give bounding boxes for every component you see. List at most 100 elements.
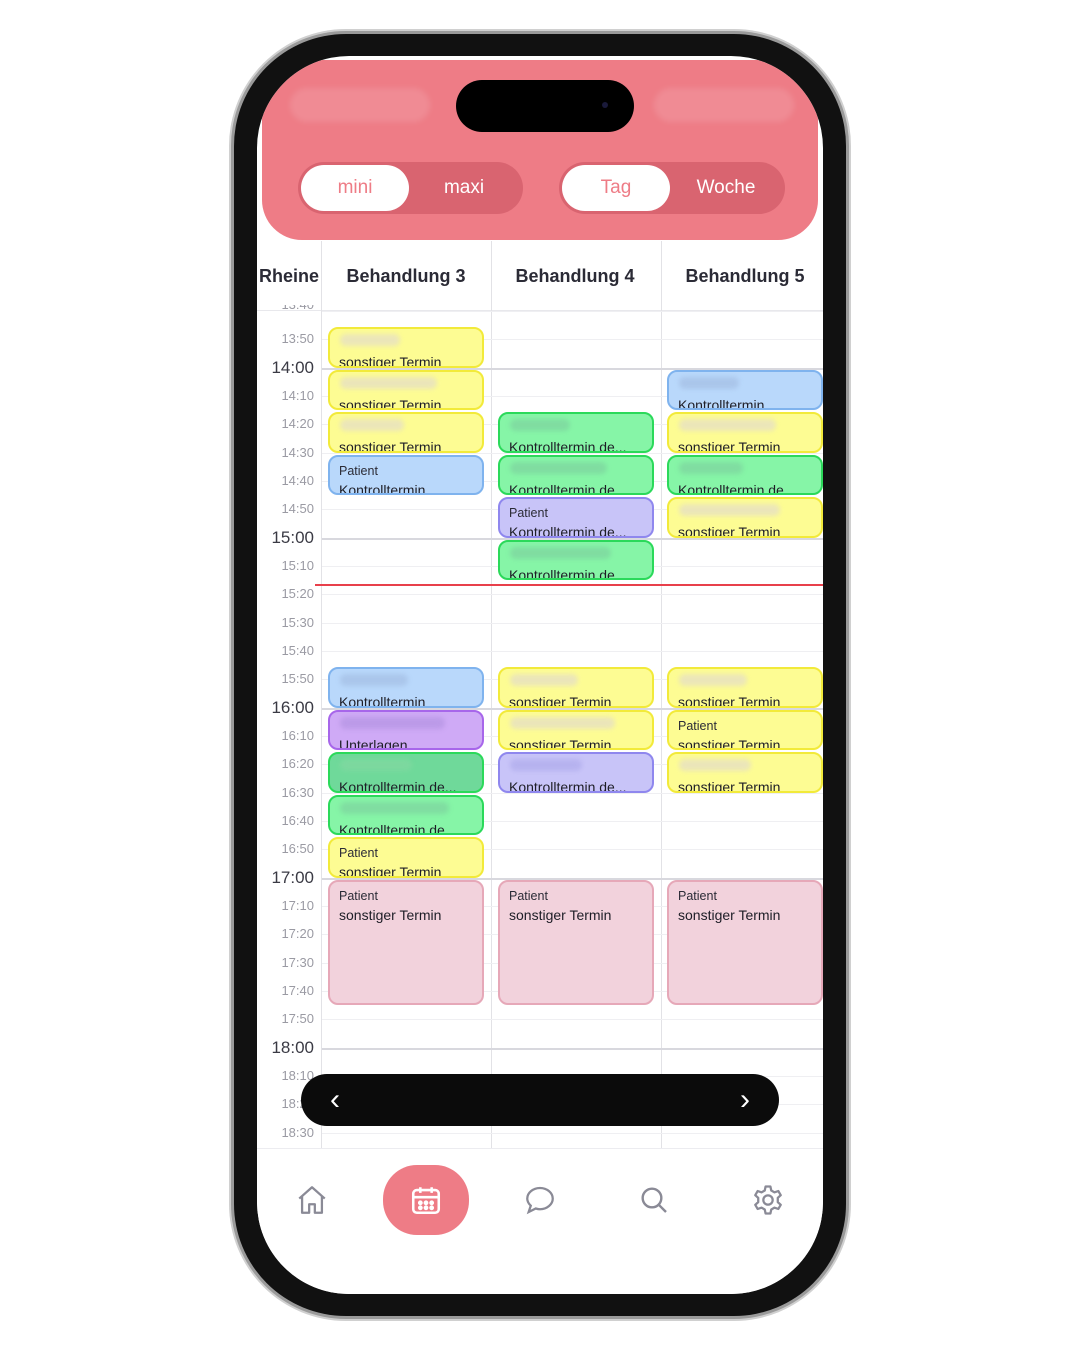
appointment-card[interactable]: Kontrolltermin [328, 667, 484, 708]
appointment-type: sonstiger Termin [509, 906, 612, 923]
dynamic-island [456, 80, 634, 132]
appointment-card[interactable]: sonstiger Termin [498, 709, 654, 750]
column-header-rheine: Rheine [258, 266, 319, 286]
appointment-card[interactable]: sonstiger Termin [328, 412, 484, 453]
time-gridline [322, 1047, 823, 1050]
appointment-card[interactable]: sonstiger Termin [667, 667, 823, 708]
appointment-type: sonstiger Termin [339, 354, 442, 368]
day-navigation-bar: ‹ › [301, 1074, 779, 1126]
size-option-mini[interactable]: mini [301, 165, 409, 211]
appointment-type: sonstiger Termin [509, 736, 612, 750]
view-option-woche[interactable]: Woche [670, 165, 782, 211]
time-label: 16:50 [281, 841, 314, 857]
appointment-patient: Patient [339, 846, 378, 860]
appointment-card[interactable]: sonstiger Termin [667, 412, 823, 453]
appointment-card[interactable]: Kontrolltermin de... [498, 454, 654, 495]
appointment-card[interactable]: Patient Kontrolltermin [328, 454, 484, 495]
redacted-patient-name [679, 376, 739, 389]
column-header-behandlung-4: Behandlung 4 [515, 266, 635, 286]
appointment-type: sonstiger Termin [509, 694, 612, 708]
appointment-type: sonstiger Termin [678, 439, 781, 453]
previous-day-button[interactable]: ‹ [309, 1074, 361, 1126]
time-gridline [322, 1132, 823, 1134]
tab-bar [257, 1148, 823, 1294]
appointment-card[interactable]: Patient sonstiger Termin [328, 837, 484, 878]
time-label: 17:20 [281, 926, 314, 942]
appointment-card[interactable]: sonstiger Termin [328, 369, 484, 410]
time-label: 18:00 [271, 1037, 314, 1057]
appointment-type: sonstiger Termin [678, 524, 781, 538]
tab-home[interactable] [269, 1165, 355, 1235]
time-label: 16:10 [281, 727, 314, 743]
appointment-card[interactable]: Unterlagen [328, 709, 484, 750]
appointment-type: sonstiger Termin [678, 694, 781, 708]
appointment-type: Kontrolltermin de... [339, 821, 457, 835]
appointment-card[interactable]: Patient sonstiger Termin [498, 879, 654, 1005]
view-option-tag[interactable]: Tag [562, 165, 670, 211]
appointment-card[interactable]: Patient sonstiger Termin [328, 879, 484, 1005]
appointment-patient: Patient [339, 463, 378, 478]
redacted-patient-name [679, 674, 747, 686]
column-header-behandlung-5: Behandlung 5 [685, 266, 805, 286]
appointment-card[interactable]: Patient Kontrolltermin de... [498, 497, 654, 538]
appointment-type: Kontrolltermin de... [509, 524, 627, 538]
time-label: 14:20 [281, 416, 314, 432]
time-label: 15:50 [281, 671, 314, 687]
appointment-card[interactable]: sonstiger Termin [328, 327, 484, 368]
redacted-patient-name [679, 759, 751, 771]
column-divider [661, 241, 662, 1151]
redacted-patient-name [340, 759, 412, 771]
tab-settings[interactable] [725, 1165, 811, 1235]
redacted-patient-name [340, 674, 408, 686]
appointment-patient: Patient [509, 506, 548, 520]
time-label: 16:00 [271, 697, 314, 717]
size-option-maxi[interactable]: maxi [409, 165, 519, 211]
appointment-type: Kontrolltermin [339, 481, 426, 495]
tab-calendar[interactable] [383, 1165, 469, 1235]
time-gridline [322, 622, 823, 624]
appointment-patient: Patient [678, 718, 717, 733]
calendar-icon [411, 1187, 441, 1215]
time-gridline [322, 311, 823, 312]
redacted-patient-name [510, 759, 582, 771]
time-label: 16:40 [281, 812, 314, 828]
appointment-card[interactable]: Patient sonstiger Termin [667, 709, 823, 750]
redacted-patient-name [679, 419, 776, 431]
appointment-type: sonstiger Termin [339, 906, 442, 923]
time-label: 16:20 [281, 756, 314, 772]
time-gridline [322, 792, 823, 794]
appointment-type: Kontrolltermin de... [339, 779, 457, 793]
time-label: 15:10 [281, 557, 314, 573]
column-header-behandlung-3: Behandlung 3 [346, 266, 466, 286]
appointment-card[interactable]: Kontrolltermin de... [667, 454, 823, 495]
status-bar-left [290, 88, 430, 122]
appointment-card[interactable]: sonstiger Termin [667, 752, 823, 793]
tab-messages[interactable] [497, 1165, 583, 1235]
redacted-patient-name [510, 716, 615, 729]
time-label: 15:30 [281, 614, 314, 630]
appointment-type: sonstiger Termin [678, 779, 781, 793]
appointment-card[interactable]: sonstiger Termin [667, 497, 823, 538]
time-label: 15:00 [271, 527, 314, 547]
app-header: mini maxi Tag Woche [262, 60, 818, 240]
camera-icon [602, 102, 608, 108]
time-label: 14:00 [271, 357, 314, 377]
time-label: 17:50 [281, 1011, 314, 1027]
time-label: 17:10 [281, 897, 314, 913]
tab-search[interactable] [611, 1165, 697, 1235]
appointment-card[interactable]: Kontrolltermin de... [498, 539, 654, 580]
appointment-type: sonstiger Termin [678, 906, 781, 923]
appointment-card[interactable]: Kontrolltermin de... [328, 794, 484, 835]
search-icon [641, 1187, 667, 1213]
home-icon [298, 1186, 326, 1214]
appointment-card[interactable]: sonstiger Termin [498, 667, 654, 708]
next-day-button[interactable]: › [719, 1074, 771, 1126]
appointment-card[interactable]: Kontrolltermin de... [498, 412, 654, 453]
appointment-card[interactable]: Patient sonstiger Termin [667, 879, 823, 1005]
app-screen: mini maxi Tag Woche Rheine Behandlung 3 … [257, 56, 823, 1294]
time-gridline [322, 1019, 823, 1021]
appointment-card[interactable]: Kontrolltermin de... [328, 752, 484, 793]
time-label: 17:30 [281, 954, 314, 970]
appointment-card[interactable]: Kontrolltermin [667, 369, 823, 410]
appointment-card[interactable]: Kontrolltermin de... [498, 752, 654, 793]
